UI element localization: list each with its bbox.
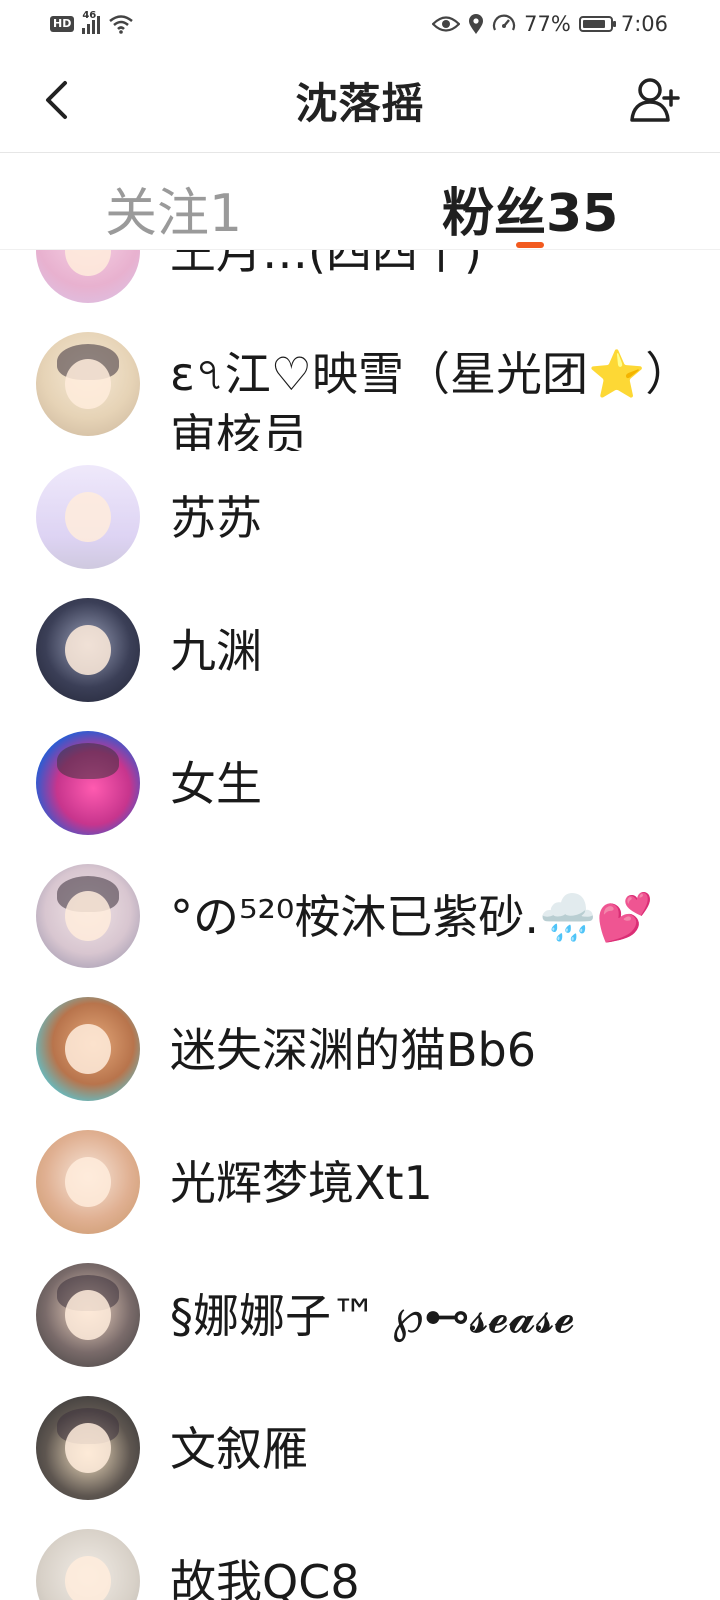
tab-active-indicator: [516, 242, 544, 248]
avatar[interactable]: [36, 1130, 140, 1234]
user-name: 文叙雁: [170, 1422, 308, 1476]
battery-icon: [578, 16, 616, 32]
avatar[interactable]: [36, 598, 140, 702]
screen: HD 46 77% 7:06 沈落摇 关注1 粉丝35 王月…(四四十) ɛ৭江…: [0, 0, 720, 1600]
avatar[interactable]: [36, 731, 140, 835]
user-name: 九渊: [170, 624, 262, 678]
top-app-bar: 沈落摇: [0, 48, 720, 152]
user-name: 迷失深渊的猫Bb6: [170, 1023, 537, 1077]
list-item[interactable]: 女生: [0, 717, 720, 850]
signal-icon: 46: [82, 10, 101, 34]
status-bar: HD 46 77% 7:06: [0, 0, 720, 48]
battery-percent: 77%: [524, 12, 571, 36]
clock: 7:06: [620, 12, 668, 36]
avatar[interactable]: [36, 1263, 140, 1367]
user-name: 故我QC8: [170, 1555, 360, 1600]
user-name: §娜娜子™ ℘⊷𝓼𝓮𝓪𝓼𝓮: [170, 1289, 575, 1343]
chevron-left-icon: [46, 81, 67, 119]
tab-followers[interactable]: 粉丝35: [442, 171, 618, 246]
network-type-label: 46: [82, 10, 97, 21]
user-name: 光辉梦境Xt1: [170, 1156, 433, 1210]
tab-bar: 关注1 粉丝35: [0, 153, 720, 250]
add-friend-button[interactable]: [628, 74, 682, 126]
user-name: 女生: [170, 757, 262, 811]
followers-list[interactable]: 王月…(四四十) ɛ৭江♡映雪（星光团⭐）审核员 苏苏 九渊 女生 °の⁵²⁰桉…: [0, 185, 720, 1600]
wifi-icon: [109, 15, 134, 34]
speedometer-icon: [493, 14, 516, 31]
avatar[interactable]: [36, 1529, 140, 1600]
list-item[interactable]: §娜娜子™ ℘⊷𝓼𝓮𝓪𝓼𝓮: [0, 1249, 720, 1382]
list-item[interactable]: 文叙雁: [0, 1382, 720, 1515]
hd-badge: HD: [50, 16, 75, 32]
page-title: 沈落摇: [295, 78, 425, 128]
list-item[interactable]: 苏苏: [0, 451, 720, 584]
user-name: °の⁵²⁰桉沐已紫砂.🌧️💕: [170, 890, 654, 944]
eye-icon: [432, 16, 461, 32]
avatar[interactable]: [36, 1396, 140, 1500]
list-item[interactable]: 迷失深渊的猫Bb6: [0, 983, 720, 1116]
avatar[interactable]: [36, 864, 140, 968]
tabs-divider: [0, 249, 720, 250]
user-name: 苏苏: [170, 491, 262, 545]
status-left: HD 46: [50, 10, 134, 34]
list-item[interactable]: 光辉梦境Xt1: [0, 1116, 720, 1249]
list-item[interactable]: ɛ৭江♡映雪（星光团⭐）审核员: [0, 318, 720, 451]
status-right: 77% 7:06: [432, 12, 668, 36]
tab-following[interactable]: 关注1: [105, 171, 242, 246]
back-button[interactable]: [36, 76, 76, 124]
user-name: ɛ৭江♡映雪（星光团⭐）审核员: [170, 347, 692, 451]
list-item[interactable]: 九渊: [0, 584, 720, 717]
avatar[interactable]: [36, 997, 140, 1101]
location-icon: [469, 14, 484, 34]
add-user-icon: [630, 78, 680, 122]
avatar[interactable]: [36, 332, 140, 436]
list-item[interactable]: °の⁵²⁰桉沐已紫砂.🌧️💕: [0, 850, 720, 983]
avatar[interactable]: [36, 465, 140, 569]
list-item[interactable]: 故我QC8: [0, 1515, 720, 1600]
